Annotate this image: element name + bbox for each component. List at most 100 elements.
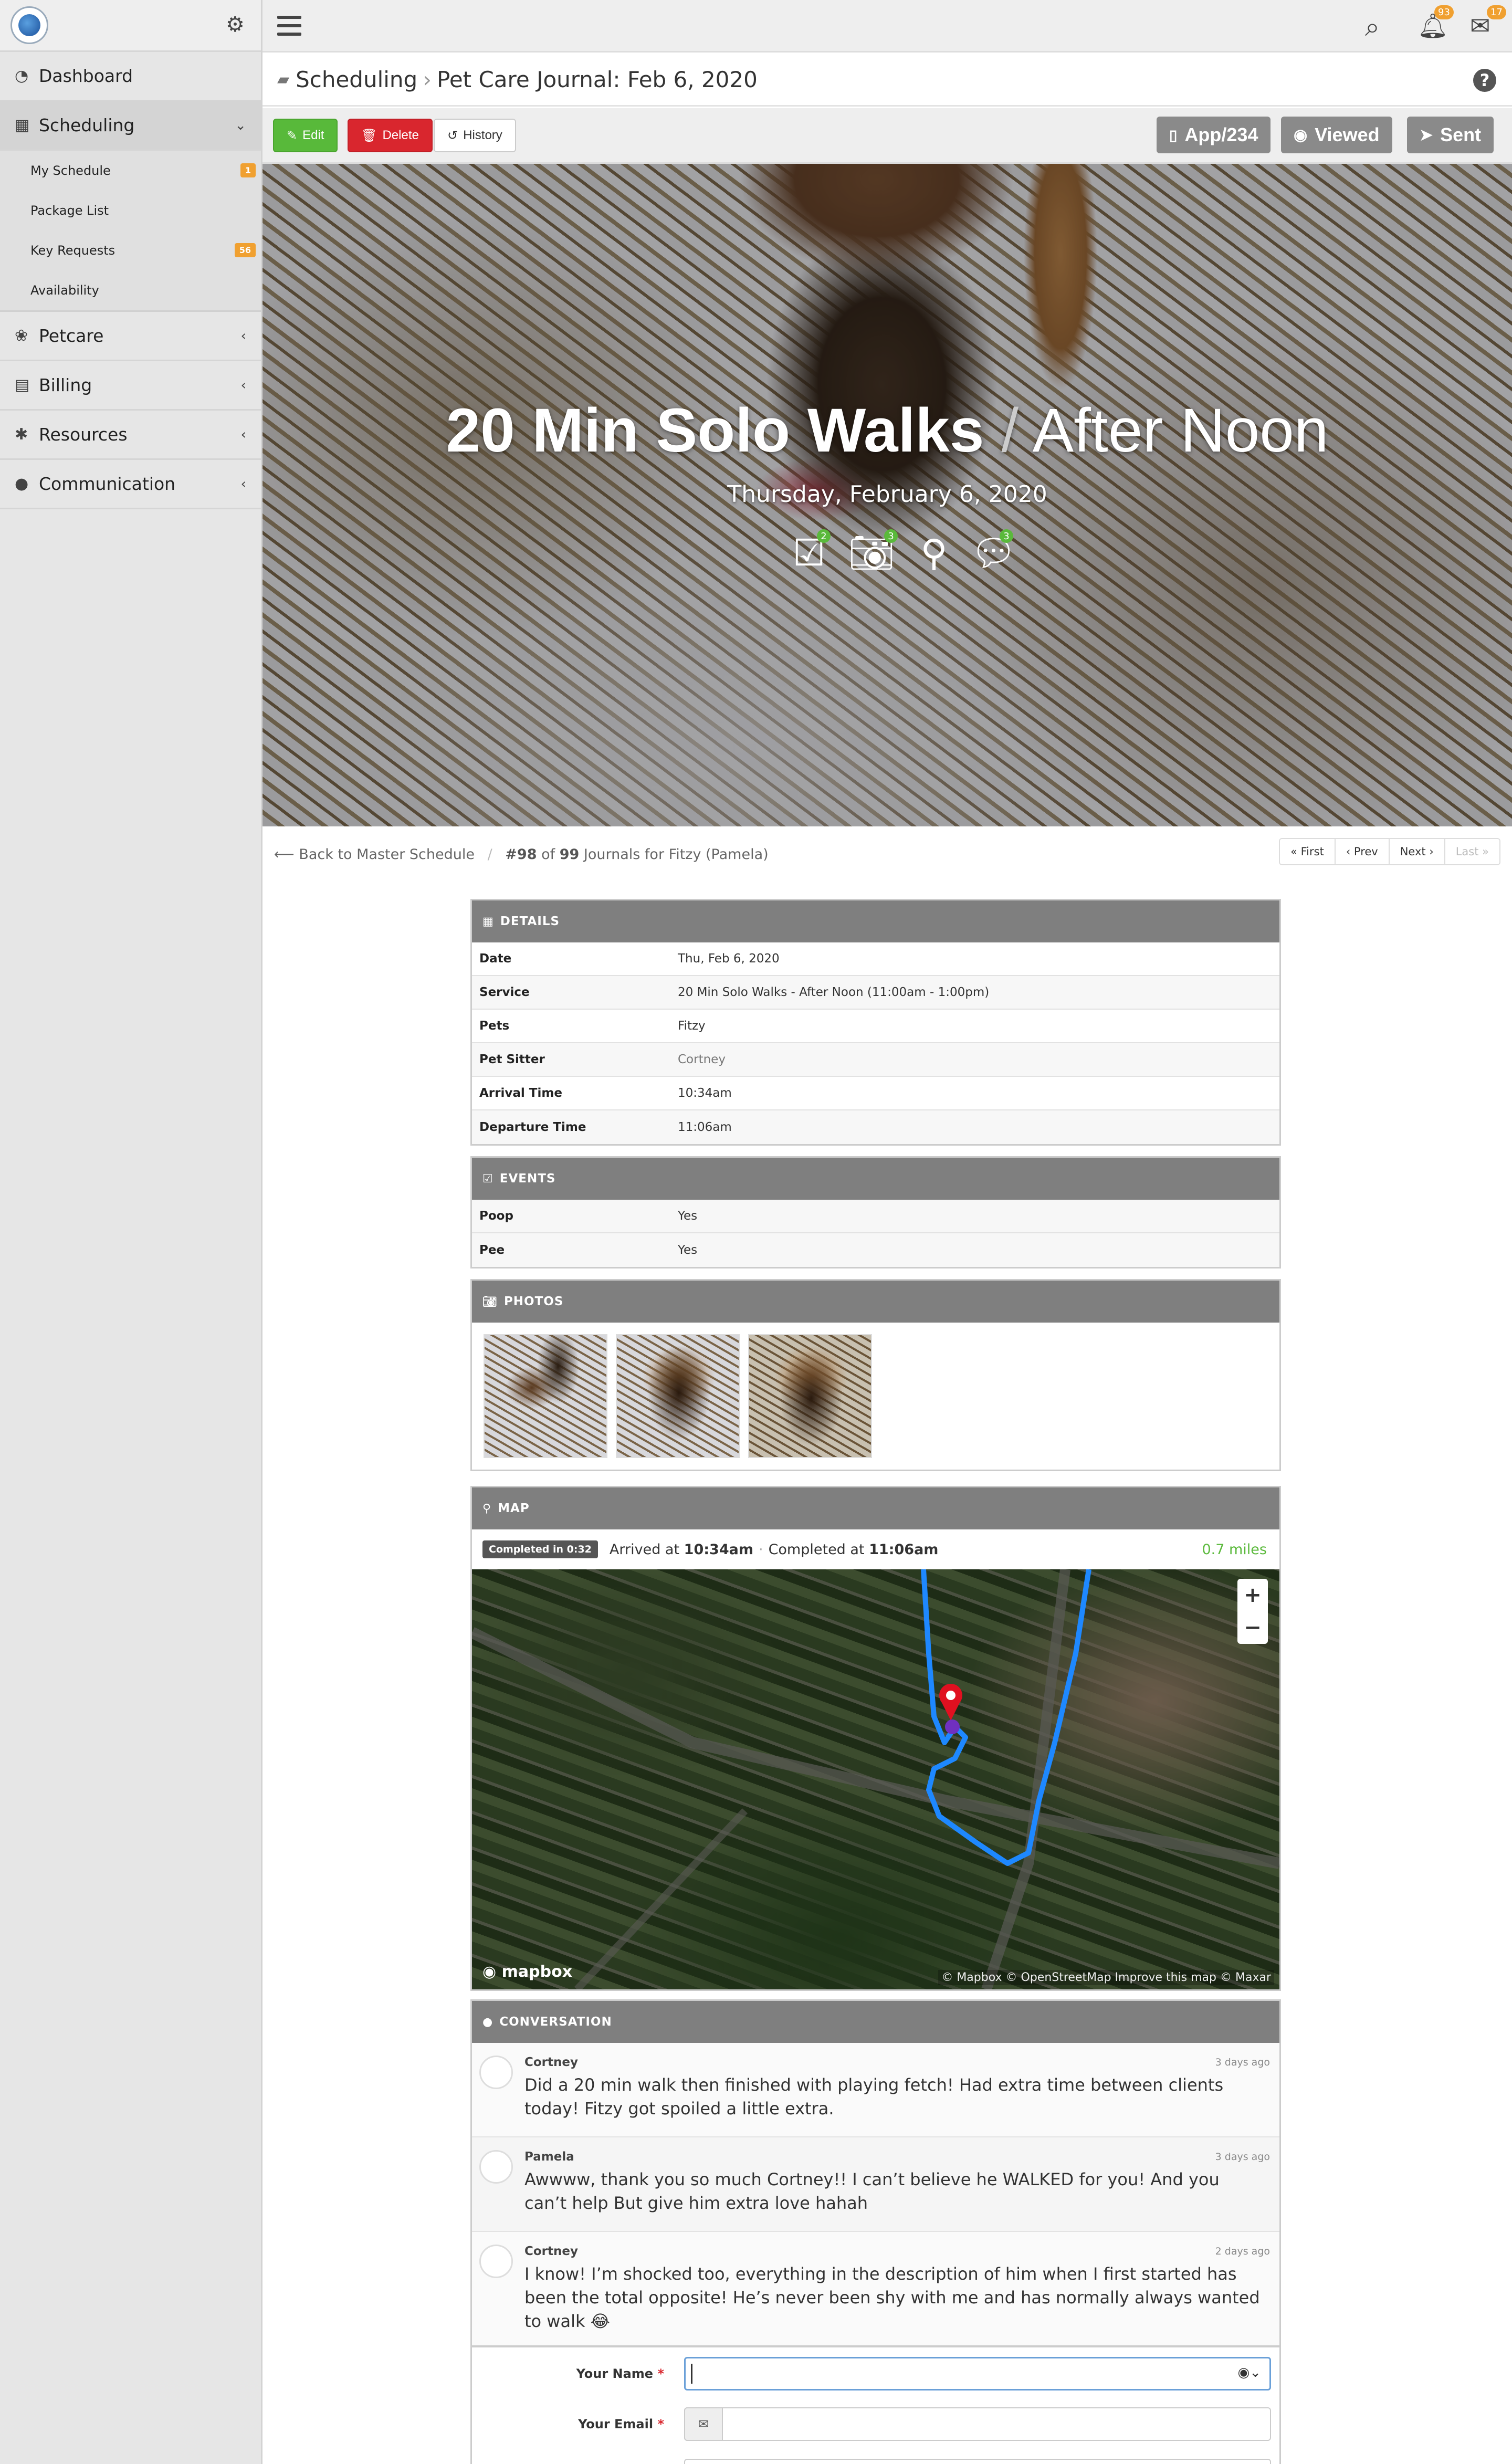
map-marker-icon[interactable]: ⚲ bbox=[912, 531, 956, 574]
next-field[interactable] bbox=[684, 2459, 1271, 2464]
zoom-in-button[interactable]: + bbox=[1244, 1583, 1262, 1607]
conversation-panel: ● CONVERSATION Cortney 3 days ago Did a 2… bbox=[470, 1999, 1281, 2347]
row-value[interactable]: Cortney bbox=[678, 1053, 726, 1066]
map-overlay bbox=[472, 1569, 1279, 1989]
table-row: Pets Fitzy bbox=[472, 1010, 1279, 1043]
mapbox-wordmark: mapbox bbox=[501, 1963, 573, 1981]
message-author: Cortney bbox=[524, 2245, 578, 2258]
viewed-button[interactable]: ◉ Viewed bbox=[1281, 117, 1392, 153]
table-row: Departure Time 11:06am bbox=[472, 1110, 1279, 1144]
hero-date: Thursday, February 6, 2020 bbox=[727, 481, 1047, 508]
map-panel: ⚲ MAP Completed in 0:32 Arrived at 10:34a… bbox=[470, 1486, 1281, 1991]
arrived-time: 10:34am bbox=[684, 1541, 753, 1558]
search-icon[interactable]: ⌕ bbox=[1365, 12, 1380, 43]
panel-title: PHOTOS bbox=[503, 1295, 564, 1308]
history-icon: ↺ bbox=[447, 128, 458, 143]
photo-gallery bbox=[472, 1323, 1279, 1470]
sidebar-subitem-my-schedule[interactable]: My Schedule 1 bbox=[0, 151, 261, 191]
table-row: Pet Sitter Cortney bbox=[472, 1043, 1279, 1077]
arrow-left-icon: ⟵ bbox=[274, 846, 295, 863]
app-button[interactable]: ▯ App/234 bbox=[1157, 117, 1271, 153]
divider: / bbox=[487, 846, 492, 863]
breadcrumb: ▰ Scheduling › Pet Care Journal: Feb 6, … bbox=[262, 54, 1512, 107]
next-button[interactable]: Next › bbox=[1389, 839, 1445, 864]
row-key: Service bbox=[479, 985, 530, 999]
paw-icon: ❀ bbox=[15, 327, 28, 345]
sidebar-item-communication[interactable]: ● Communication ‹ bbox=[0, 460, 261, 509]
dot-separator: · bbox=[758, 1541, 763, 1558]
row-key: Departure Time bbox=[479, 1120, 586, 1134]
road bbox=[981, 1569, 1070, 1989]
camera-icon: 📷︎ bbox=[482, 1295, 498, 1308]
details-panel: ▦ DETAILS Date Thu, Feb 6, 2020 Service 20 … bbox=[470, 899, 1281, 1146]
action-bar: ✎ Edit 🗑︎ Delete ↺ History ▯ App/234 ◉ Viewed… bbox=[262, 108, 1512, 164]
photo-thumbnail[interactable] bbox=[616, 1334, 740, 1458]
email-field[interactable] bbox=[684, 2407, 1271, 2441]
service-name: 20 Min Solo Walks bbox=[446, 396, 984, 465]
route-map[interactable]: + − ◉ mapbox © Mapbox © OpenStreetMap Im… bbox=[472, 1569, 1279, 1989]
name-input[interactable]: ◉⌄ bbox=[684, 2357, 1271, 2390]
avatar bbox=[479, 2245, 513, 2278]
text-cursor bbox=[691, 2364, 692, 2384]
sent-button[interactable]: ➤ Sent bbox=[1407, 117, 1494, 153]
of-label: of bbox=[541, 846, 555, 863]
help-icon[interactable]: ? bbox=[1473, 69, 1496, 92]
list-item: Cortney 2 days ago I know! I’m shocked t… bbox=[472, 2232, 1279, 2346]
comments-icon[interactable]: 💬︎ 3 bbox=[970, 529, 1017, 574]
breadcrumb-parent[interactable]: Scheduling bbox=[296, 67, 417, 92]
journal-pager: ⟵ Back to Master Schedule / #98 of 99 Jo… bbox=[262, 826, 1512, 884]
map-attribution[interactable]: © Mapbox © OpenStreetMap Improve this ma… bbox=[938, 1970, 1274, 1985]
message-text: I know! I’m shocked too, everything in t… bbox=[524, 2264, 1260, 2331]
sidebar-item-resources[interactable]: ✱ Resources ‹ bbox=[0, 411, 261, 460]
calendar-icon: ▦ bbox=[15, 116, 30, 134]
row-key: Pet Sitter bbox=[479, 1053, 545, 1066]
subitem-label: Package List bbox=[30, 203, 109, 218]
gear-icon[interactable]: ⚙ bbox=[226, 13, 245, 37]
row-value: 20 Min Solo Walks - After Noon (11:00am … bbox=[678, 985, 990, 999]
email-row: Your Email * ✉ bbox=[472, 2398, 1279, 2448]
row-value: 11:06am bbox=[678, 1120, 732, 1134]
asterisk-icon: ✱ bbox=[15, 425, 28, 444]
mapbox-icon: ◉ bbox=[482, 1963, 497, 1981]
sidebar-item-scheduling[interactable]: ▦ Scheduling ⌄ bbox=[0, 101, 261, 151]
mapbox-logo: ◉ mapbox bbox=[482, 1963, 572, 1981]
prev-button[interactable]: ‹ Prev bbox=[1335, 839, 1390, 864]
edit-button[interactable]: ✎ Edit bbox=[273, 119, 338, 152]
user-select-icon[interactable]: ◉⌄ bbox=[1238, 2365, 1261, 2381]
history-button[interactable]: ↺ History bbox=[434, 119, 516, 152]
back-link[interactable]: ⟵ Back to Master Schedule / #98 of 99 Jo… bbox=[274, 846, 769, 863]
mobile-icon: ▯ bbox=[1169, 127, 1178, 143]
zoom-out-button[interactable]: − bbox=[1244, 1616, 1262, 1640]
hamburger-menu-icon[interactable] bbox=[277, 16, 301, 36]
sidebar-item-label: Scheduling bbox=[39, 115, 135, 135]
road bbox=[472, 1627, 1279, 1869]
first-button[interactable]: « First bbox=[1280, 839, 1336, 864]
dashboard-icon: ◔ bbox=[15, 67, 29, 85]
delete-button[interactable]: 🗑︎ Delete bbox=[348, 119, 433, 152]
sidebar-subitem-key-requests[interactable]: Key Requests 56 bbox=[0, 230, 261, 270]
sidebar-subitem-package-list[interactable]: Package List bbox=[0, 191, 261, 230]
time-window: After Noon bbox=[1032, 396, 1329, 465]
sidebar-item-billing[interactable]: ▤ Billing ‹ bbox=[0, 361, 261, 411]
message-time: 3 days ago bbox=[1215, 2057, 1270, 2068]
sidebar-subitem-availability[interactable]: Availability bbox=[0, 270, 261, 310]
completed-label: Completed at bbox=[768, 1541, 865, 1558]
scheduling-submenu: My Schedule 1 Package List Key Requests 56… bbox=[0, 151, 261, 312]
sidebar-item-dashboard[interactable]: ◔ Dashboard bbox=[0, 52, 261, 101]
camera-icon[interactable]: 📷︎ 3 bbox=[845, 529, 898, 574]
company-logo[interactable] bbox=[10, 6, 48, 44]
chat-icon: ● bbox=[482, 2015, 494, 2029]
count-badge: 56 bbox=[234, 243, 256, 257]
photo-thumbnail[interactable] bbox=[748, 1334, 872, 1458]
photo-thumbnail[interactable] bbox=[484, 1334, 607, 1458]
panel-header: ▦ DETAILS bbox=[472, 900, 1279, 942]
subitem-label: My Schedule bbox=[30, 163, 111, 178]
sidebar-item-label: Communication bbox=[39, 474, 176, 494]
chevron-left-icon: ‹ bbox=[240, 328, 246, 344]
sidebar-item-petcare[interactable]: ❀ Petcare ‹ bbox=[0, 312, 261, 361]
email-label-text: Your Email bbox=[578, 2417, 654, 2431]
paper-plane-icon: ➤ bbox=[1420, 126, 1433, 144]
edit-label: Edit bbox=[302, 128, 324, 142]
chevron-left-icon: ‹ bbox=[240, 377, 246, 393]
checklist-icon[interactable]: ☑ 2 bbox=[788, 529, 831, 574]
